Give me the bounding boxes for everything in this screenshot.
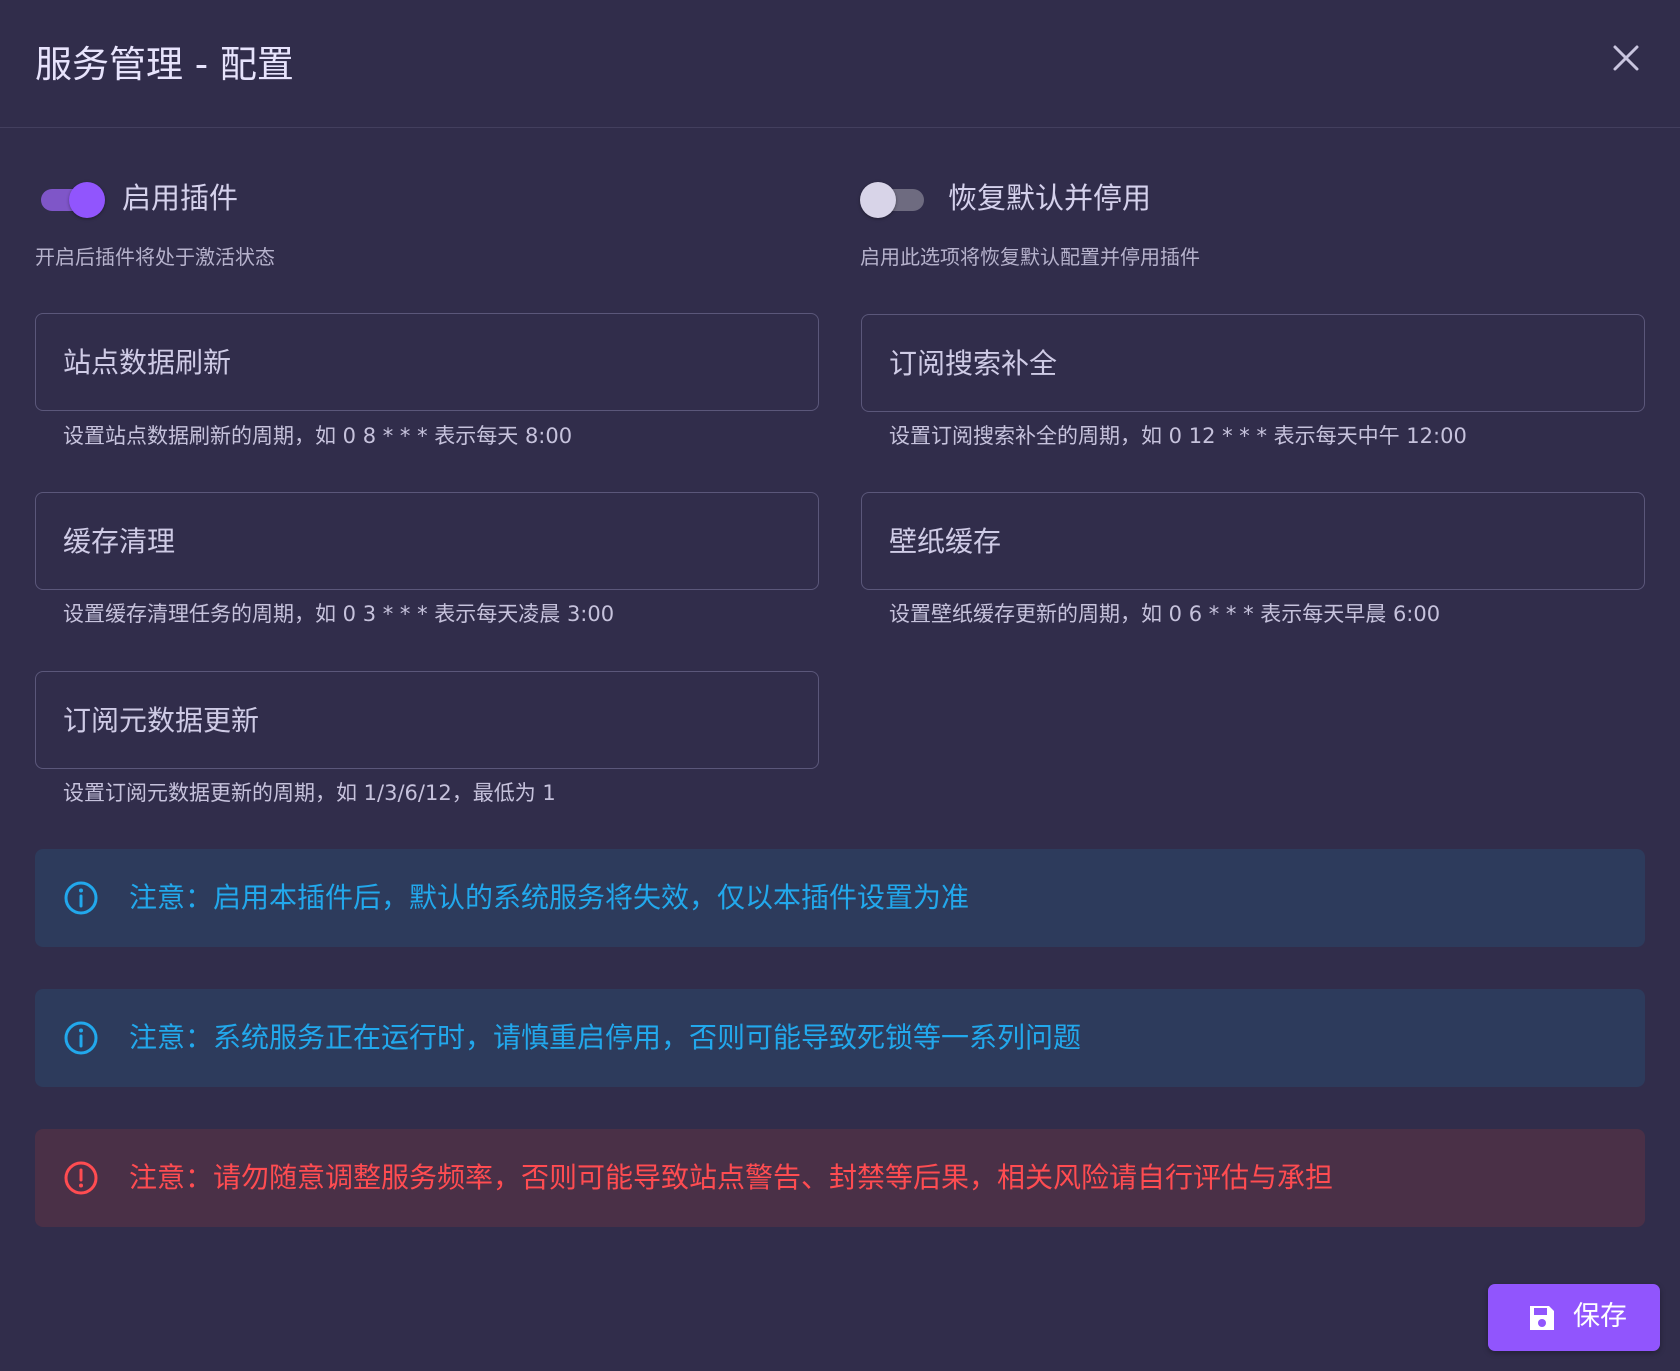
- dialog-header: 服务管理 - 配置: [0, 0, 1680, 128]
- restore-default-label[interactable]: 恢复默认并停用: [948, 178, 1151, 218]
- enable-plugin-label[interactable]: 启用插件: [122, 178, 238, 218]
- dialog-title: 服务管理 - 配置: [35, 43, 294, 86]
- restore-default-switch[interactable]: [860, 178, 928, 218]
- alert-text: 注意：启用本插件后，默认的系统服务将失效，仅以本插件设置为准: [129, 881, 970, 914]
- site-refresh-field: [35, 313, 819, 411]
- alert-error-frequency-risk: 注意：请勿随意调整服务频率，否则可能导致站点警告、封禁等后果，相关风险请自行评估…: [35, 1129, 1645, 1227]
- wallpaper-cache-hint: 设置壁纸缓存更新的周期，如 0 6 * * * 表示每天早晨 6:00: [889, 602, 1441, 626]
- enable-plugin-hint: 开启后插件将处于激活状态: [35, 245, 275, 269]
- wallpaper-cache-field: [861, 492, 1645, 590]
- alert-info-plugin-override: 注意：启用本插件后，默认的系统服务将失效，仅以本插件设置为准: [35, 849, 1645, 947]
- alert-text: 注意：请勿随意调整服务频率，否则可能导致站点警告、封禁等后果，相关风险请自行评估…: [129, 1161, 1334, 1194]
- info-icon: [64, 1021, 98, 1055]
- subscribe-search-input[interactable]: [862, 315, 1644, 411]
- wallpaper-cache-input[interactable]: [862, 493, 1644, 589]
- config-dialog: 服务管理 - 配置 启用插件 开启后插件将处于激活状态 恢复默认并停用 启用此选…: [0, 0, 1680, 1371]
- info-icon: [64, 881, 98, 915]
- enable-plugin-switch[interactable]: [37, 178, 105, 218]
- close-icon: [1613, 45, 1639, 71]
- switch-thumb: [860, 182, 896, 218]
- cache-clean-hint: 设置缓存清理任务的周期，如 0 3 * * * 表示每天凌晨 3:00: [63, 602, 615, 626]
- subscribe-meta-hint: 设置订阅元数据更新的周期，如 1/3/6/12，最低为 1: [63, 781, 556, 805]
- close-button[interactable]: [1606, 38, 1646, 78]
- save-label: 保存: [1573, 1301, 1627, 1332]
- alert-text: 注意：系统服务正在运行时，请慎重启停用，否则可能导致死锁等一系列问题: [129, 1021, 1082, 1054]
- alert-circle-icon: [64, 1161, 98, 1195]
- alert-info-restart-warning: 注意：系统服务正在运行时，请慎重启停用，否则可能导致死锁等一系列问题: [35, 989, 1645, 1087]
- subscribe-search-hint: 设置订阅搜索补全的周期，如 0 12 * * * 表示每天中午 12:00: [889, 424, 1467, 448]
- subscribe-meta-field: [35, 671, 819, 769]
- subscribe-meta-input[interactable]: [36, 672, 818, 768]
- switch-thumb: [69, 182, 105, 218]
- cache-clean-field: [35, 492, 819, 590]
- save-button[interactable]: 保存: [1488, 1284, 1660, 1351]
- restore-default-hint: 启用此选项将恢复默认配置并停用插件: [860, 245, 1200, 269]
- site-refresh-input[interactable]: [36, 314, 818, 410]
- site-refresh-hint: 设置站点数据刷新的周期，如 0 8 * * * 表示每天 8:00: [63, 424, 573, 448]
- subscribe-search-field: [861, 314, 1645, 412]
- save-icon: [1530, 1306, 1554, 1330]
- cache-clean-input[interactable]: [36, 493, 818, 589]
